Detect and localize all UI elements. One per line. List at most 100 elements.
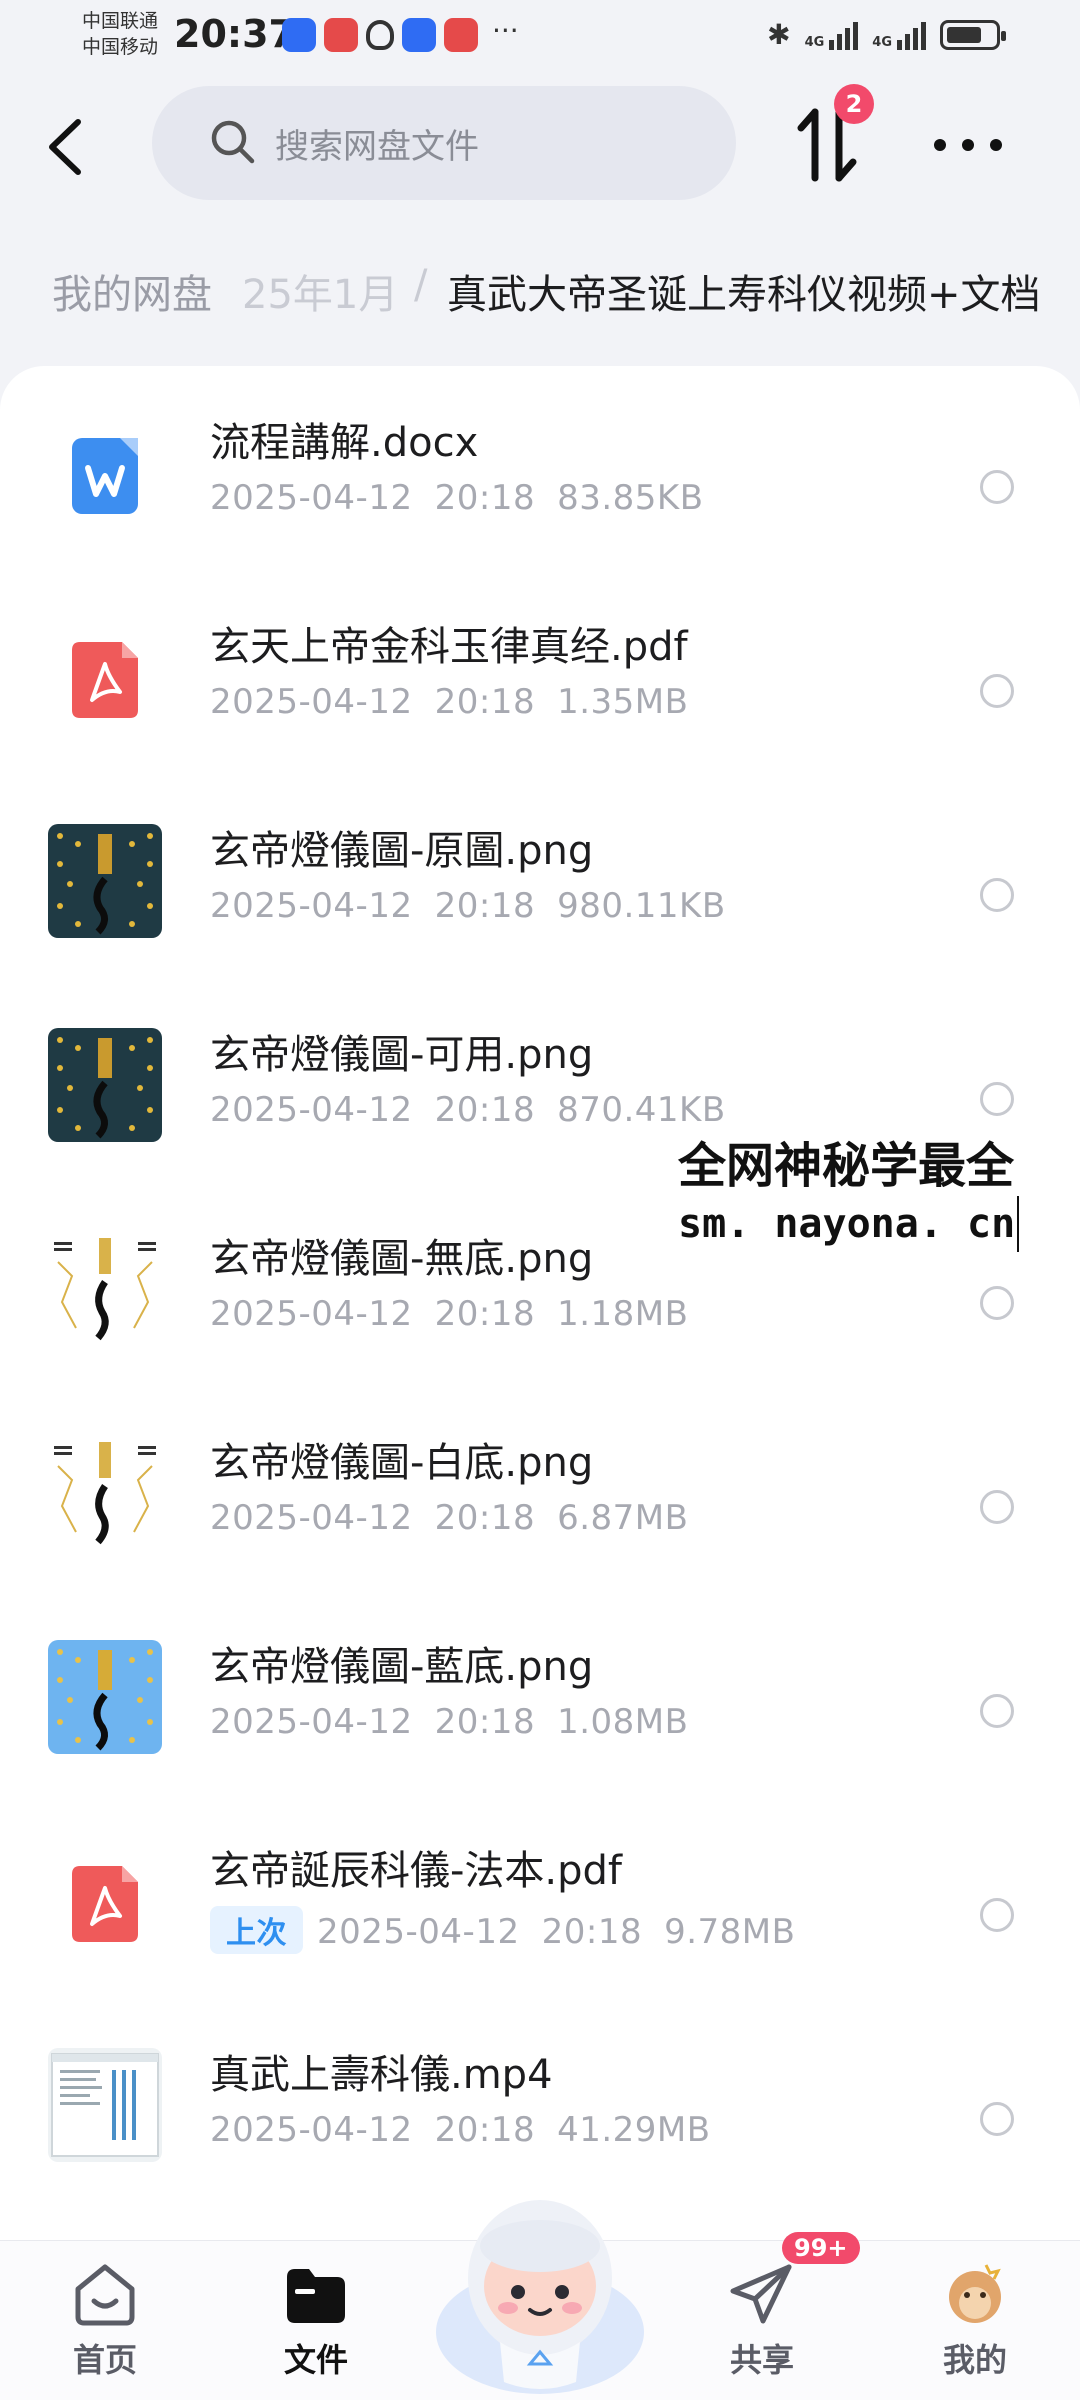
breadcrumb-root[interactable]: 我的网盘 bbox=[30, 262, 230, 320]
file-row[interactable]: 玄帝燈儀圖-原圖.png 2025-04-12 20:18 980.11KB bbox=[0, 774, 1080, 978]
select-radio[interactable] bbox=[980, 878, 1014, 912]
signal-bar bbox=[897, 39, 902, 50]
network-type-2: 4G bbox=[872, 34, 892, 50]
file-date: 2025-04-12 bbox=[210, 1702, 413, 1742]
breadcrumb: 25年1月 我的网盘 / 真武大帝圣诞上寿科仪视频+文档 bbox=[0, 240, 1080, 350]
file-meta: 2025-04-12 20:18 870.41KB bbox=[210, 1090, 726, 1130]
file-name: 玄天上帝金科玉律真经.pdf bbox=[210, 624, 688, 670]
tab-home-label: 首页 bbox=[72, 2341, 137, 2379]
tab-share-label: 共享 bbox=[729, 2341, 794, 2379]
image-thumbnail bbox=[48, 824, 162, 938]
select-radio[interactable] bbox=[980, 1082, 1014, 1116]
file-row[interactable]: 真武上壽科儀.mp4 2025-04-12 20:18 41.29MB bbox=[0, 1998, 1080, 2202]
pdf-glyph bbox=[72, 642, 138, 718]
image-thumbnail bbox=[48, 1436, 162, 1550]
file-time: 20:18 bbox=[434, 1498, 536, 1538]
file-size: 980.11KB bbox=[557, 886, 726, 926]
image-thumbnail bbox=[48, 1640, 162, 1754]
file-size: 83.85KB bbox=[557, 478, 704, 518]
tab-home[interactable]: 首页 bbox=[35, 2259, 175, 2389]
signal-icon: 4G bbox=[872, 20, 926, 50]
signal-bar bbox=[837, 33, 843, 50]
file-meta: 2025-04-12 20:18 1.08MB bbox=[210, 1702, 688, 1742]
select-radio[interactable] bbox=[980, 1286, 1014, 1320]
battery-icon bbox=[940, 19, 1006, 50]
app-notification-icon bbox=[282, 18, 316, 52]
file-name: 玄帝燈儀圖-白底.png bbox=[210, 1440, 594, 1486]
signal-bar bbox=[913, 27, 918, 50]
file-date: 2025-04-12 bbox=[210, 682, 413, 722]
status-bar: 中国联通 中国移动 20:37 ··· ✱ 4G 4G bbox=[0, 0, 1080, 70]
lamp-diagram-dark-thumbnail bbox=[48, 1028, 162, 1142]
lamp-diagram-white-thumbnail bbox=[48, 1436, 162, 1550]
top-bar: 搜索网盘文件 2 bbox=[0, 80, 1080, 210]
file-time: 20:18 bbox=[434, 682, 536, 722]
tab-mine-label: 我的 bbox=[942, 2341, 1007, 2379]
file-time: 20:18 bbox=[434, 886, 536, 926]
watermark-line-1: 全网神秘学最全 bbox=[678, 1138, 1015, 1194]
share-badge: 99+ bbox=[782, 2232, 860, 2264]
file-row[interactable]: 玄天上帝金科玉律真经.pdf 2025-04-12 20:18 1.35MB bbox=[0, 570, 1080, 774]
file-name: 玄帝燈儀圖-藍底.png bbox=[210, 1644, 594, 1690]
file-time: 20:18 bbox=[434, 1090, 536, 1130]
breadcrumb-folder[interactable]: 25年1月 bbox=[242, 262, 398, 320]
file-time: 20:18 bbox=[434, 478, 536, 518]
file-size: 1.35MB bbox=[557, 682, 689, 722]
carrier-info: 中国联通 中国移动 bbox=[82, 8, 158, 60]
signal-bar bbox=[853, 21, 859, 50]
file-row[interactable]: 玄帝誕辰科儀-法本.pdf 上次 2025-04-12 20:18 9.78MB bbox=[0, 1794, 1080, 1998]
file-date: 2025-04-12 bbox=[210, 1498, 413, 1538]
select-radio[interactable] bbox=[980, 1490, 1014, 1524]
file-date: 2025-04-12 bbox=[210, 1294, 413, 1334]
network-type-1: 4G bbox=[804, 34, 825, 50]
file-list: 流程講解.docx 2025-04-12 20:18 83.85KB 玄天上帝金科玉… bbox=[0, 366, 1080, 2240]
file-row[interactable]: 玄帝燈儀圖-白底.png 2025-04-12 20:18 6.87MB bbox=[0, 1386, 1080, 1590]
ai-assistant-mascot-button[interactable] bbox=[430, 2182, 650, 2400]
breadcrumb-current: 真武大帝圣诞上寿科仪视频+文档 bbox=[447, 272, 1041, 318]
select-radio[interactable] bbox=[980, 1898, 1014, 1932]
signal-icon: 4G bbox=[805, 20, 859, 50]
status-clock: 20:37 bbox=[174, 12, 295, 56]
file-row[interactable]: 流程講解.docx 2025-04-12 20:18 83.85KB bbox=[0, 366, 1080, 570]
file-time: 20:18 bbox=[434, 2110, 536, 2150]
file-meta: 2025-04-12 20:18 41.29MB bbox=[210, 2110, 711, 2150]
video-thumbnail bbox=[48, 2048, 162, 2162]
file-date: 2025-04-12 bbox=[210, 886, 413, 926]
search-input[interactable]: 搜索网盘文件 bbox=[152, 86, 736, 200]
file-meta: 2025-04-12 20:18 6.87MB bbox=[210, 1498, 688, 1538]
transfer-badge: 2 bbox=[834, 84, 874, 124]
tab-mine[interactable]: 我的 bbox=[905, 2259, 1045, 2389]
more-options-icon[interactable] bbox=[928, 130, 1008, 160]
file-name: 真武上壽科儀.mp4 bbox=[210, 2052, 553, 2098]
file-size: 1.08MB bbox=[557, 1702, 689, 1742]
app-notification-icon bbox=[402, 18, 436, 52]
breadcrumb-separator: / bbox=[414, 262, 428, 308]
image-thumbnail bbox=[48, 1028, 162, 1142]
tab-files[interactable]: 文件 bbox=[246, 2259, 386, 2389]
signal-bar bbox=[845, 27, 851, 50]
select-radio[interactable] bbox=[980, 2102, 1014, 2136]
file-size: 9.78MB bbox=[664, 1912, 796, 1952]
search-placeholder: 搜索网盘文件 bbox=[275, 126, 479, 167]
watermark-line-2: sm. nayona. cn bbox=[676, 1196, 1020, 1252]
select-radio[interactable] bbox=[980, 470, 1014, 504]
tab-share[interactable]: 共享 bbox=[692, 2259, 832, 2389]
file-row[interactable]: 玄帝燈儀圖-藍底.png 2025-04-12 20:18 1.08MB bbox=[0, 1590, 1080, 1794]
lamp-diagram-blue-thumbnail bbox=[48, 1640, 162, 1754]
bluetooth-icon: ✱ bbox=[767, 18, 791, 51]
pdf-icon bbox=[48, 620, 162, 734]
notification-icons: ··· bbox=[282, 14, 519, 52]
file-date: 2025-04-12 bbox=[317, 1912, 520, 1952]
back-arrow-icon[interactable] bbox=[40, 114, 96, 180]
app-notification-icon bbox=[366, 20, 394, 50]
file-time: 20:18 bbox=[541, 1912, 643, 1952]
carrier-2: 中国移动 bbox=[82, 36, 159, 58]
huawei-notification-icon bbox=[324, 18, 358, 52]
select-radio[interactable] bbox=[980, 674, 1014, 708]
system-indicators: ✱ 4G 4G bbox=[767, 18, 1006, 51]
file-name: 玄帝誕辰科儀-法本.pdf bbox=[210, 1848, 623, 1894]
select-radio[interactable] bbox=[980, 1694, 1014, 1728]
search-icon bbox=[211, 120, 255, 164]
video-document-thumbnail bbox=[48, 2048, 162, 2162]
file-date: 2025-04-12 bbox=[210, 1090, 413, 1130]
